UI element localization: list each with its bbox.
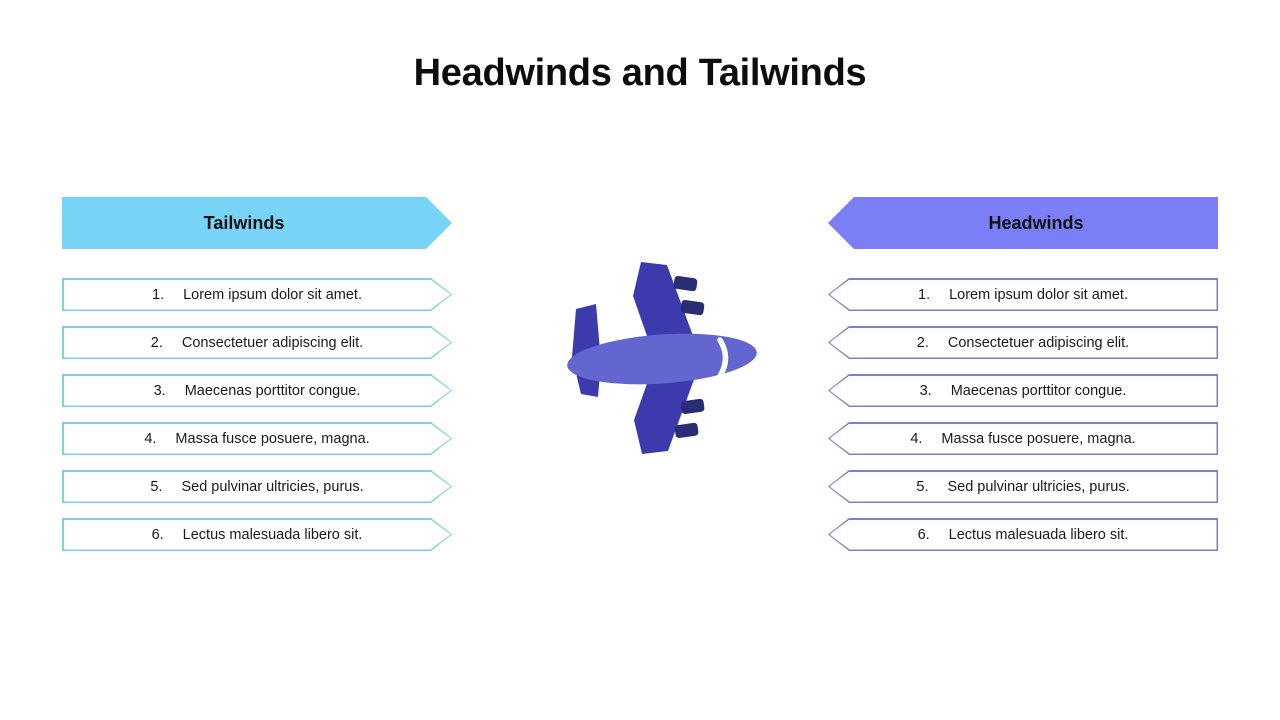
list-item[interactable]: 1. Lorem ipsum dolor sit amet. (828, 278, 1218, 311)
list-item-label: Lorem ipsum dolor sit amet. (183, 286, 362, 303)
list-item-text: 3. Maecenas porttitor congue. (828, 374, 1218, 407)
list-item-text: 1. Lorem ipsum dolor sit amet. (828, 278, 1218, 311)
list-item-label: Massa fusce posuere, magna. (175, 430, 370, 447)
list-item-number: 4. (910, 430, 923, 447)
list-item-text: 4. Massa fusce posuere, magna. (62, 422, 452, 455)
list-item-number: 4. (144, 430, 157, 447)
list-item[interactable]: 4. Massa fusce posuere, magna. (62, 422, 452, 455)
list-item-number: 3. (153, 382, 166, 399)
list-item-label: Consectetuer adipiscing elit. (947, 334, 1130, 351)
list-item[interactable]: 3. Maecenas porttitor congue. (828, 374, 1218, 407)
page-title: Headwinds and Tailwinds (413, 52, 867, 94)
list-item-label: Maecenas porttitor congue. (184, 382, 361, 399)
list-item[interactable]: 4. Massa fusce posuere, magna. (828, 422, 1218, 455)
list-item-number: 1. (918, 286, 931, 303)
list-item[interactable]: 5. Sed pulvinar ultricies, purus. (62, 470, 452, 503)
list-item-number: 2. (150, 334, 163, 351)
headwinds-header-label: Headwinds (988, 213, 1084, 233)
headwinds-panel: Headwinds 1. Lorem ipsum dolor sit amet. 2… (828, 197, 1218, 551)
list-item-text: 2. Consectetuer adipiscing elit. (828, 326, 1218, 359)
airplane-illustration (555, 252, 770, 467)
list-item-label: Lectus malesuada libero sit. (182, 526, 363, 543)
tailwinds-header-banner[interactable]: Tailwinds (62, 197, 452, 249)
list-item[interactable]: 2. Consectetuer adipiscing elit. (828, 326, 1218, 359)
tailwinds-header-label: Tailwinds (203, 213, 285, 233)
list-item-label: Sed pulvinar ultricies, purus. (947, 478, 1130, 495)
list-item-label: Lectus malesuada libero sit. (948, 526, 1129, 543)
list-item-number: 6. (151, 526, 164, 543)
list-item-number: 2. (916, 334, 929, 351)
tailwinds-list: 1. Lorem ipsum dolor sit amet. 2. Consectet… (62, 278, 452, 551)
list-item-number: 5. (916, 478, 929, 495)
list-item-label: Lorem ipsum dolor sit amet. (949, 286, 1128, 303)
list-item[interactable]: 3. Maecenas porttitor congue. (62, 374, 452, 407)
list-item-text: 3. Maecenas porttitor congue. (62, 374, 452, 407)
list-item-text: 2. Consectetuer adipiscing elit. (62, 326, 452, 359)
list-item-text: 6. Lectus malesuada libero sit. (828, 518, 1218, 551)
list-item-label: Massa fusce posuere, magna. (941, 430, 1136, 447)
list-item[interactable]: 6. Lectus malesuada libero sit. (828, 518, 1218, 551)
list-item-text: 5. Sed pulvinar ultricies, purus. (62, 470, 452, 503)
list-item-number: 5. (150, 478, 163, 495)
list-item[interactable]: 5. Sed pulvinar ultricies, purus. (828, 470, 1218, 503)
list-item-label: Maecenas porttitor congue. (950, 382, 1127, 399)
list-item-number: 1. (152, 286, 165, 303)
airplane-icon (567, 262, 757, 454)
list-item-text: 6. Lectus malesuada libero sit. (62, 518, 452, 551)
list-item-label: Consectetuer adipiscing elit. (181, 334, 364, 351)
list-item-number: 6. (917, 526, 930, 543)
list-item-label: Sed pulvinar ultricies, purus. (181, 478, 364, 495)
headwinds-list: 1. Lorem ipsum dolor sit amet. 2. Consectet… (828, 278, 1218, 551)
list-item-text: 1. Lorem ipsum dolor sit amet. (62, 278, 452, 311)
tailwinds-panel: Tailwinds 1. Lorem ipsum dolor sit amet. 2… (62, 197, 452, 551)
headwinds-header-banner[interactable]: Headwinds (828, 197, 1218, 249)
list-item-text: 4. Massa fusce posuere, magna. (828, 422, 1218, 455)
list-item-number: 3. (919, 382, 932, 399)
list-item[interactable]: 1. Lorem ipsum dolor sit amet. (62, 278, 452, 311)
list-item[interactable]: 6. Lectus malesuada libero sit. (62, 518, 452, 551)
list-item-text: 5. Sed pulvinar ultricies, purus. (828, 470, 1218, 503)
list-item[interactable]: 2. Consectetuer adipiscing elit. (62, 326, 452, 359)
